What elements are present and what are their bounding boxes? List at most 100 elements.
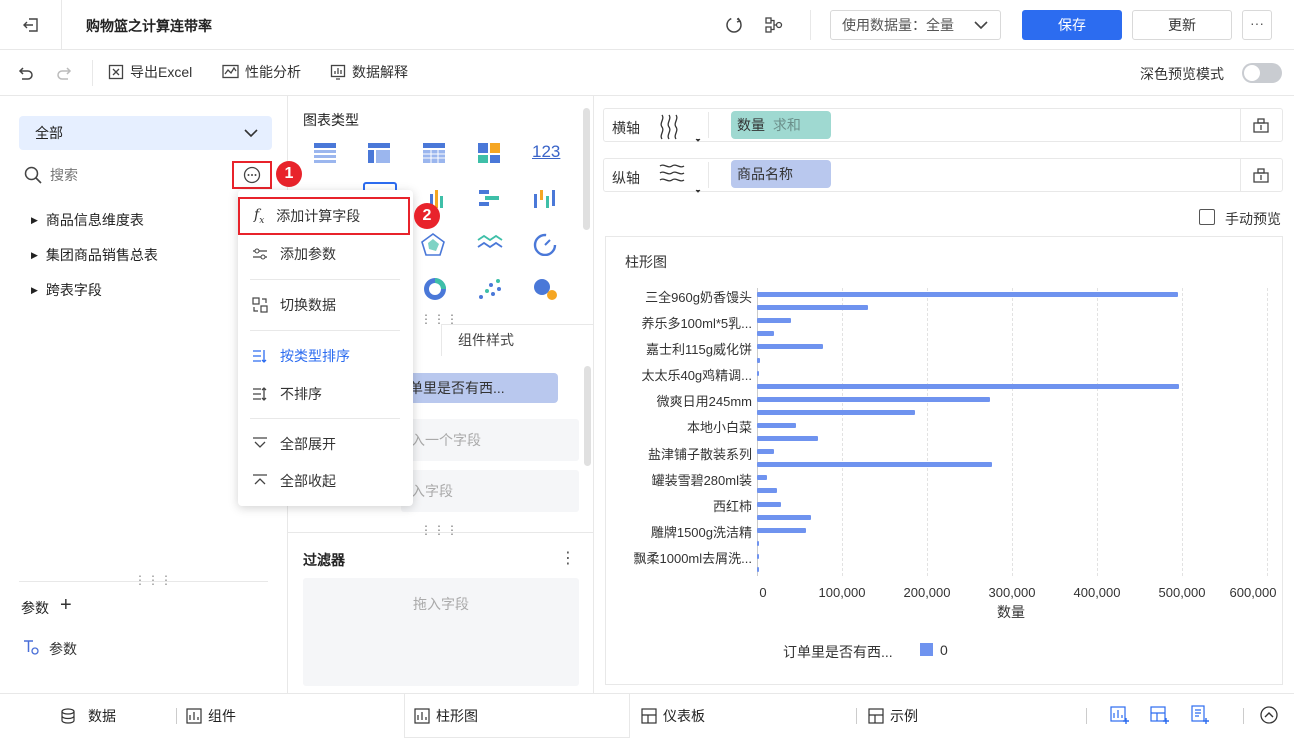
filter-more-icon[interactable]: ⋮ (560, 548, 576, 568)
tab-example[interactable]: 示例 (868, 706, 918, 726)
menu-collapse-all[interactable]: 全部收起 (238, 463, 413, 499)
y-axis-type-icon[interactable] (658, 160, 702, 197)
pivot-table-icon[interactable] (367, 141, 391, 168)
bar-mark[interactable] (757, 488, 777, 494)
lineage-icon[interactable] (762, 14, 786, 36)
caret-right-icon: ▶ (31, 284, 38, 295)
bar-mark[interactable] (757, 344, 824, 350)
redo-icon[interactable] (54, 62, 76, 84)
more-options-button[interactable] (232, 161, 272, 189)
bar-mark[interactable] (757, 331, 774, 337)
bar-mark[interactable] (757, 422, 797, 428)
save-button[interactable]: 保存 (1022, 10, 1122, 40)
add-param-icon[interactable]: + (60, 594, 72, 616)
bar-mark[interactable] (757, 540, 759, 546)
menu-divider (250, 418, 400, 419)
bar-mark[interactable] (757, 501, 781, 507)
gauge-chart-icon[interactable] (532, 232, 558, 259)
drop-zone-1[interactable]: 入一个字段 (401, 419, 579, 461)
undo-icon[interactable] (14, 62, 36, 84)
data-explain-button[interactable]: 数据解释 (330, 62, 408, 82)
area-chart-icon[interactable] (477, 232, 503, 259)
refresh-icon[interactable] (722, 14, 746, 36)
bar-mark[interactable] (757, 396, 990, 402)
menu-add-param[interactable]: 添加参数 (238, 236, 413, 272)
menu-divider (250, 279, 400, 280)
tab-bar-chart[interactable]: 柱形图 (414, 706, 478, 726)
tab-component[interactable]: 组件 (186, 706, 236, 726)
bar-mark[interactable] (757, 566, 759, 572)
resize-handle[interactable]: ⋮⋮⋮ (420, 523, 459, 537)
dark-mode-toggle[interactable] (1242, 63, 1282, 83)
bar-mark[interactable] (757, 475, 768, 481)
tab-component-style[interactable]: 组件样式 (441, 324, 594, 356)
search-input[interactable] (50, 164, 220, 186)
y-axis-config-icon[interactable] (1252, 166, 1270, 187)
menu-item-label: 全部展开 (280, 436, 336, 452)
bar-mark[interactable] (757, 527, 807, 533)
scrollbar[interactable] (583, 108, 590, 230)
tree-item-product-dim[interactable]: ▶ 商品信息维度表 (31, 210, 144, 230)
grouped-bar-icon[interactable] (477, 188, 501, 213)
add-dashboard-icon[interactable] (1150, 705, 1170, 728)
no-sort-icon (253, 387, 267, 401)
bar-mark[interactable] (757, 514, 812, 520)
tab-dashboard[interactable]: 仪表板 (641, 706, 705, 726)
pie-chart-icon[interactable] (422, 276, 448, 305)
bar-mark[interactable] (757, 370, 759, 376)
radar-chart-icon[interactable] (420, 232, 446, 261)
bar-mark[interactable] (757, 305, 868, 311)
bar-mark[interactable] (757, 318, 791, 324)
tree-item-cross-table[interactable]: ▶ 跨表字段 (31, 280, 102, 300)
bar-mark[interactable] (757, 383, 1180, 389)
manual-preview-checkbox[interactable] (1199, 209, 1215, 225)
cross-table-icon[interactable] (422, 141, 446, 168)
menu-add-calc-field[interactable]: fx 添加计算字段 (238, 197, 410, 235)
divider (176, 708, 177, 724)
number-chart-icon[interactable]: 123 (532, 142, 560, 162)
resize-handle[interactable]: ⋮⋮⋮ (134, 573, 173, 587)
more-button[interactable]: ··· (1242, 10, 1272, 40)
bar-mark[interactable] (757, 553, 759, 559)
legend-item-label[interactable]: 0 (940, 642, 948, 658)
menu-switch-data[interactable]: 切换数据 (238, 287, 413, 323)
add-component-icon[interactable] (1110, 705, 1130, 728)
add-report-icon[interactable] (1190, 705, 1210, 728)
bar-mark[interactable] (757, 292, 1178, 298)
dashboard-icon (868, 708, 884, 724)
exit-icon[interactable] (0, 0, 62, 50)
y-tick-label: 飘柔1000ml去屑洗... (633, 551, 752, 567)
param-item[interactable]: 参数 (49, 639, 77, 659)
menu-no-sort[interactable]: 不排序 (238, 376, 413, 412)
bar-mark[interactable] (757, 357, 760, 363)
tree-item-sales-total[interactable]: ▶ 集团商品销售总表 (31, 245, 158, 265)
x-axis-config-icon[interactable] (1252, 116, 1270, 137)
bar-mark[interactable] (757, 436, 819, 442)
bar-mark[interactable] (757, 409, 916, 415)
filter-drop-zone[interactable]: 拖入字段 (303, 578, 579, 686)
scatter-chart-icon[interactable] (477, 276, 503, 305)
menu-sort-by-type[interactable]: 按类型排序 (238, 338, 413, 374)
menu-expand-all[interactable]: 全部展开 (238, 426, 413, 462)
perf-analysis-button[interactable]: 性能分析 (222, 62, 301, 82)
table-chart-icon[interactable] (313, 141, 337, 168)
export-excel-button[interactable]: 导出Excel (108, 62, 192, 82)
param-type-icon (22, 638, 40, 659)
dataset-dropdown[interactable]: 全部 (19, 116, 272, 150)
legend-field-chip[interactable]: 单里是否有西... (401, 373, 558, 403)
gridline (842, 288, 843, 576)
x-axis-field-pill[interactable]: 数量 求和 (731, 111, 831, 139)
drop-zone-2[interactable]: 入字段 (401, 470, 579, 512)
bar-mark[interactable] (757, 462, 993, 468)
tab-data[interactable]: 数据 (60, 706, 116, 726)
kpi-card-icon[interactable] (477, 141, 501, 168)
scrollbar[interactable] (584, 366, 591, 466)
bubble-chart-icon[interactable] (532, 276, 558, 305)
y-axis-field-pill[interactable]: 商品名称 (731, 160, 831, 188)
waterfall-chart-icon[interactable] (532, 188, 556, 213)
bar-mark[interactable] (757, 449, 774, 455)
collapse-up-icon[interactable] (1259, 705, 1279, 728)
update-button[interactable]: 更新 (1132, 10, 1232, 40)
x-axis-type-icon[interactable] (658, 113, 702, 146)
data-volume-select[interactable]: 使用数据量：全量 (830, 10, 1001, 40)
